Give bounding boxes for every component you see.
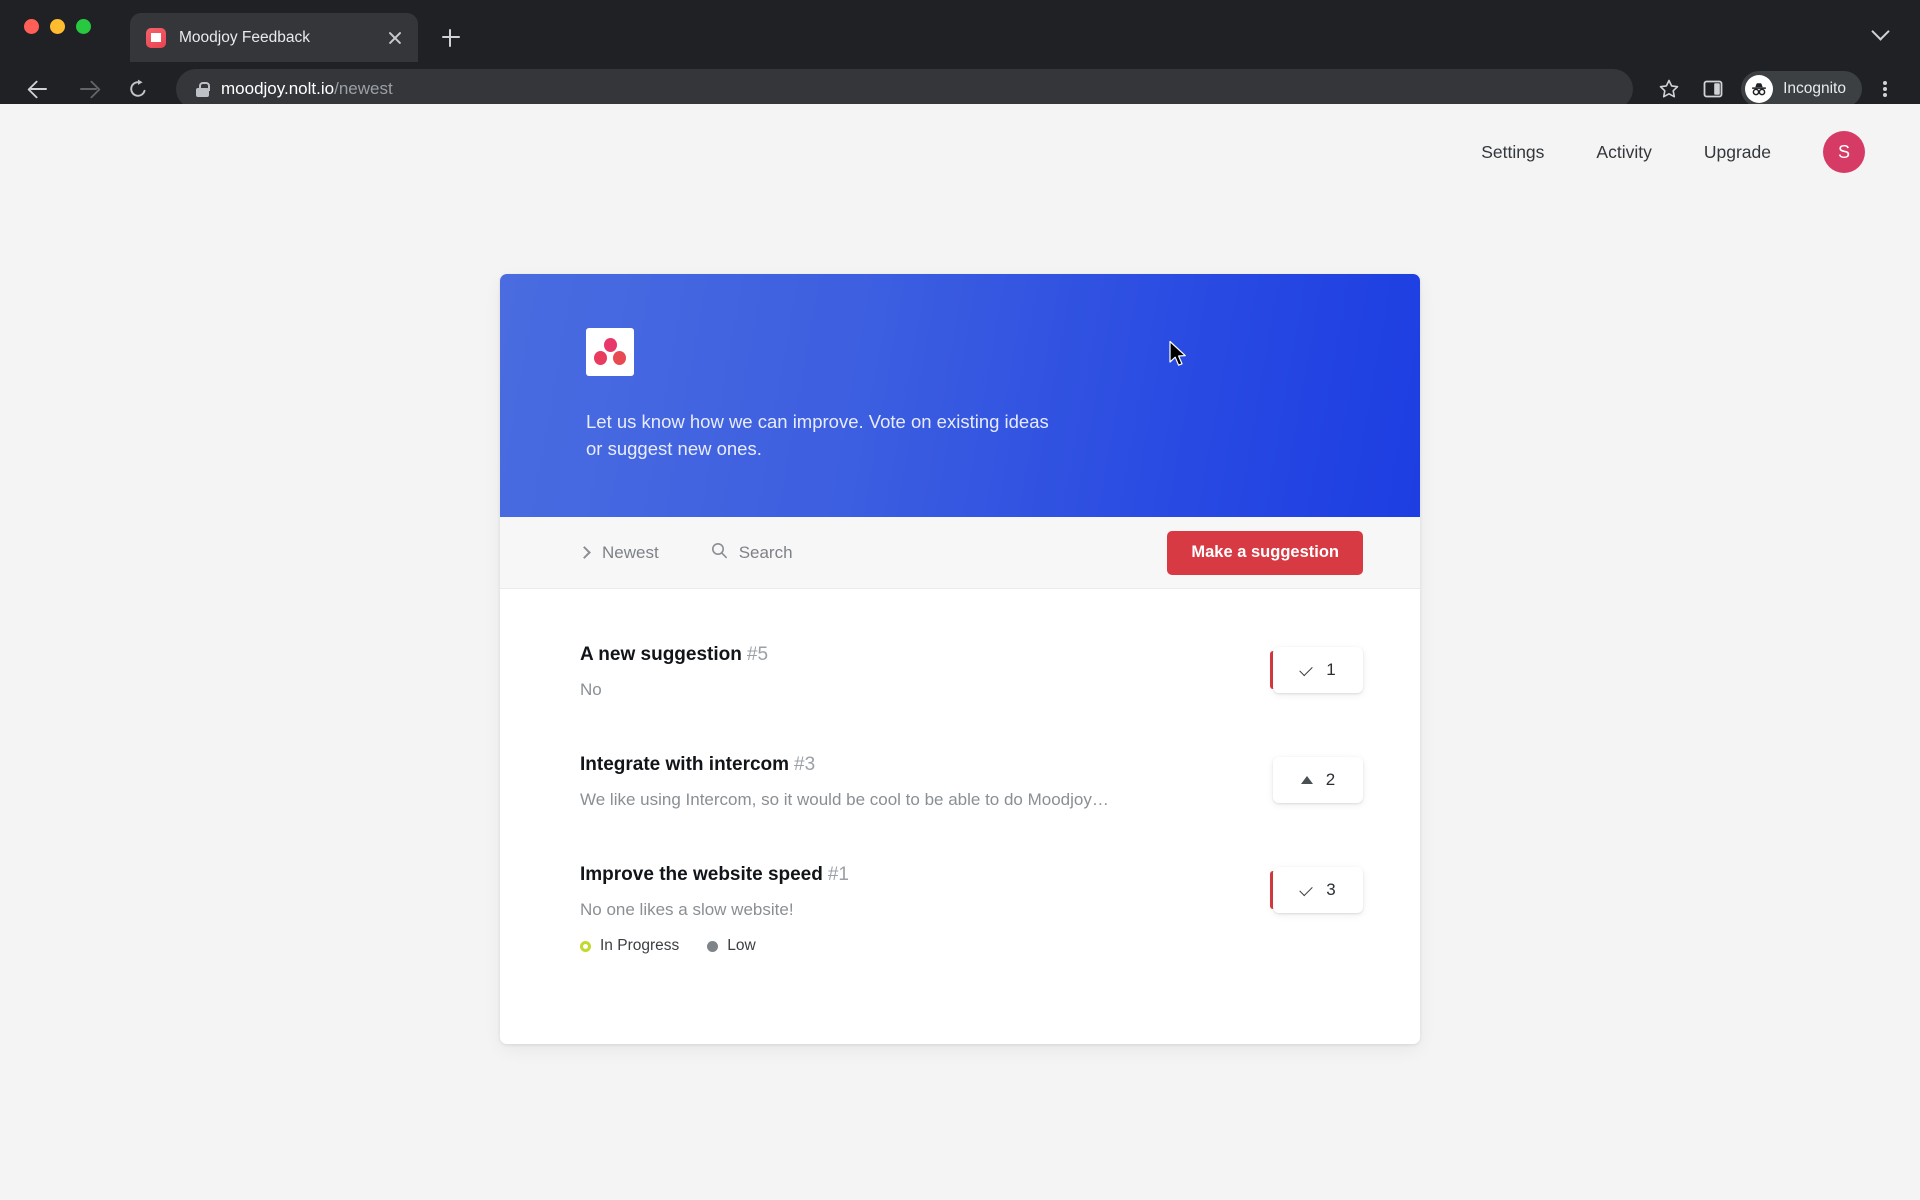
suggestion-title: Integrate with intercom #3 bbox=[580, 754, 1243, 776]
page-content: Settings Activity Upgrade S Let us know … bbox=[0, 104, 1920, 1200]
close-window-button[interactable] bbox=[24, 19, 39, 34]
moodjoy-logo bbox=[586, 328, 634, 376]
suggestion-title: A new suggestion #5 bbox=[580, 644, 1243, 666]
incognito-icon bbox=[1745, 75, 1774, 103]
profile-pill[interactable]: Incognito bbox=[1741, 71, 1862, 107]
vote-button[interactable]: 3 bbox=[1270, 867, 1363, 913]
banner-description: Let us know how we can improve. Vote on … bbox=[586, 411, 1049, 459]
search-button[interactable]: Search bbox=[711, 542, 793, 564]
suggestion-badges: In Progress Low bbox=[580, 937, 1243, 955]
url-text: moodjoy.nolt.io/newest bbox=[221, 79, 393, 98]
board-banner: Let us know how we can improve. Vote on … bbox=[500, 274, 1420, 517]
maximize-window-button[interactable] bbox=[76, 19, 91, 34]
suggestion-title: Improve the website speed #1 bbox=[580, 864, 1243, 886]
plus-icon[interactable] bbox=[432, 18, 470, 56]
search-icon bbox=[711, 542, 728, 564]
nav-link-settings[interactable]: Settings bbox=[1481, 142, 1544, 163]
suggestion-number: #3 bbox=[794, 754, 816, 775]
minimize-window-button[interactable] bbox=[50, 19, 65, 34]
priority-badge: Low bbox=[707, 937, 756, 955]
status-badge: In Progress bbox=[580, 937, 679, 955]
arrow-right-icon[interactable] bbox=[68, 69, 108, 109]
suggestion-title-text: Improve the website speed bbox=[580, 864, 823, 885]
check-icon bbox=[1300, 666, 1313, 675]
suggestion-description: No one likes a slow website! bbox=[580, 900, 794, 919]
vote-count: 2 bbox=[1325, 770, 1336, 789]
sort-newest-button[interactable]: Newest bbox=[578, 542, 659, 563]
kebab-menu-icon[interactable] bbox=[1868, 69, 1902, 109]
nav-link-activity[interactable]: Activity bbox=[1596, 142, 1651, 163]
search-label: Search bbox=[738, 542, 793, 562]
moodjoy-favicon bbox=[146, 27, 166, 48]
feedback-board: Let us know how we can improve. Vote on … bbox=[500, 274, 1420, 1044]
vote-button[interactable]: 1 bbox=[1270, 647, 1363, 693]
suggestion-description: No bbox=[580, 680, 602, 699]
suggestion-description: We like using Intercom, so it would be c… bbox=[580, 790, 1109, 809]
status-badge-label: In Progress bbox=[600, 937, 680, 954]
vote-count: 3 bbox=[1326, 880, 1336, 899]
tab-title: Moodjoy Feedback bbox=[179, 28, 310, 46]
priority-dot-icon bbox=[707, 940, 719, 952]
list-item[interactable]: Improve the website speed #1 No one likes… bbox=[500, 837, 1420, 982]
suggestion-number: #1 bbox=[827, 864, 849, 885]
lock-icon bbox=[196, 82, 210, 97]
browser-titlebar: Moodjoy Feedback bbox=[0, 0, 1920, 62]
list-item[interactable]: A new suggestion #5 No 1 bbox=[500, 617, 1420, 727]
close-icon[interactable] bbox=[384, 27, 406, 49]
board-toolbar: Newest Search Make a suggestion bbox=[500, 517, 1420, 589]
star-icon[interactable] bbox=[1649, 69, 1689, 109]
suggestion-list: A new suggestion #5 No 1 Integrate with … bbox=[500, 589, 1420, 1044]
suggestion-content: A new suggestion #5 No bbox=[580, 644, 1273, 700]
vote-box[interactable]: 1 bbox=[1273, 647, 1363, 693]
suggestion-title-text: A new suggestion bbox=[580, 644, 742, 665]
tab-strip: Moodjoy Feedback bbox=[130, 13, 470, 62]
suggestion-content: Improve the website speed #1 No one likes… bbox=[580, 864, 1273, 955]
chevron-down-icon[interactable] bbox=[1872, 22, 1890, 40]
chevron-right-icon bbox=[578, 546, 591, 559]
arrow-left-icon[interactable] bbox=[18, 69, 58, 109]
address-bar[interactable]: moodjoy.nolt.io/newest bbox=[176, 69, 1634, 109]
status-ring-icon bbox=[580, 940, 591, 952]
vote-button[interactable]: 2 bbox=[1273, 757, 1363, 803]
suggestion-content: Integrate with intercom #3 We like using … bbox=[580, 754, 1273, 810]
profile-label: Incognito bbox=[1783, 80, 1846, 97]
nav-link-upgrade[interactable]: Upgrade bbox=[1704, 142, 1771, 163]
list-item[interactable]: Integrate with intercom #3 We like using … bbox=[500, 727, 1420, 837]
sort-label: Newest bbox=[602, 542, 659, 562]
browser-window: Moodjoy Feedback moodjoy.nolt.io/newest bbox=[0, 0, 1920, 1200]
side-panel-icon[interactable] bbox=[1693, 69, 1733, 109]
vote-box[interactable]: 2 bbox=[1273, 757, 1363, 803]
reload-icon[interactable] bbox=[118, 69, 158, 109]
browser-tab[interactable]: Moodjoy Feedback bbox=[130, 13, 418, 62]
triangle-up-icon bbox=[1300, 776, 1313, 784]
check-icon bbox=[1300, 886, 1313, 895]
avatar[interactable]: S bbox=[1823, 131, 1865, 173]
make-suggestion-button[interactable]: Make a suggestion bbox=[1167, 530, 1363, 575]
suggestion-title-text: Integrate with intercom bbox=[580, 754, 790, 775]
suggestion-number: #5 bbox=[746, 644, 769, 665]
vote-count: 1 bbox=[1326, 660, 1336, 679]
window-controls bbox=[24, 19, 91, 34]
priority-badge-label: Low bbox=[727, 937, 756, 954]
site-topnav: Settings Activity Upgrade S bbox=[0, 104, 1920, 200]
vote-box[interactable]: 3 bbox=[1273, 867, 1363, 913]
